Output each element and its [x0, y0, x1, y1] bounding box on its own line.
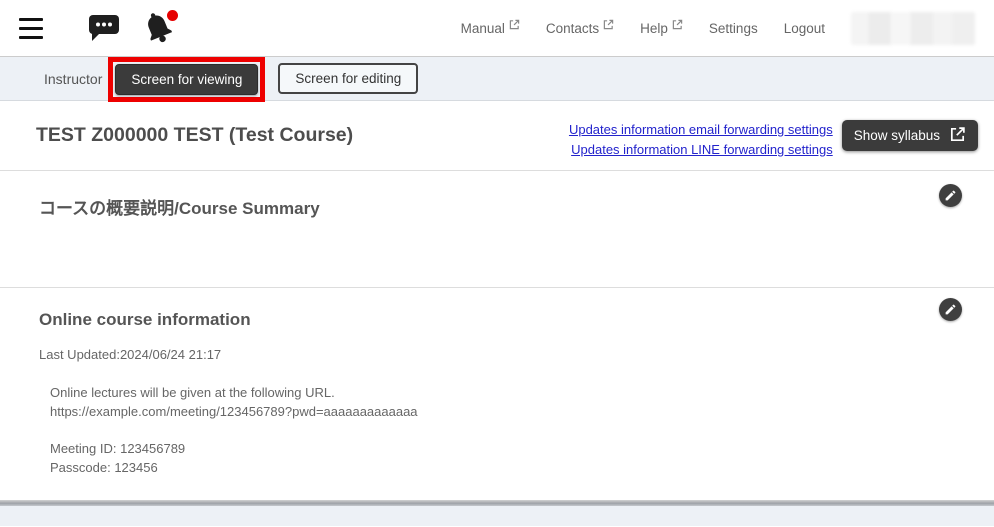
course-summary-heading: コースの概要説明/Course Summary — [39, 194, 994, 219]
main-content: TEST Z000000 TEST (Test Course) Updates … — [0, 101, 994, 500]
red-highlight-box: Screen for viewing — [108, 57, 265, 102]
edit-course-summary-button[interactable] — [939, 184, 962, 207]
notification-dot — [167, 10, 178, 21]
nav-help[interactable]: Help — [640, 21, 683, 36]
nav-contacts-label: Contacts — [546, 21, 599, 36]
nav-manual-label: Manual — [461, 21, 505, 36]
open-in-new-icon — [949, 126, 966, 146]
show-syllabus-button[interactable]: Show syllabus — [842, 120, 978, 151]
screen-for-viewing-tab[interactable]: Screen for viewing — [115, 64, 258, 95]
top-nav: Manual Contacts Help Settings Logout — [461, 0, 975, 56]
passcode: Passcode: 123456 — [50, 459, 994, 478]
notification-bell-icon[interactable] — [143, 8, 177, 49]
role-label: Instructor — [44, 71, 102, 87]
chat-icon[interactable] — [87, 14, 121, 47]
meeting-url: https://example.com/meeting/123456789?pw… — [50, 403, 994, 422]
forwarding-links: Updates information email forwarding set… — [569, 120, 833, 157]
footer-strip — [0, 506, 994, 526]
meeting-id: Meeting ID: 123456789 — [50, 440, 994, 459]
show-syllabus-label: Show syllabus — [854, 128, 940, 143]
external-link-icon — [603, 18, 614, 33]
top-header: Manual Contacts Help Settings Logout — [0, 0, 994, 57]
body-line-blank — [50, 421, 994, 440]
nav-help-label: Help — [640, 21, 668, 36]
email-forwarding-settings-link[interactable]: Updates information email forwarding set… — [569, 122, 833, 137]
online-course-info-section: Online course information Last Updated:2… — [0, 288, 994, 499]
course-title-row: TEST Z000000 TEST (Test Course) Updates … — [0, 101, 994, 171]
title-right-tools: Updates information email forwarding set… — [569, 120, 978, 157]
nav-settings-label: Settings — [709, 21, 758, 36]
online-course-body: Online lectures will be given at the fol… — [50, 384, 994, 477]
online-course-info-heading: Online course information — [39, 310, 994, 330]
redacted-username — [851, 12, 975, 45]
last-updated-text: Last Updated:2024/06/24 21:17 — [39, 347, 994, 362]
external-link-icon — [509, 18, 520, 33]
nav-logout-label: Logout — [784, 21, 825, 36]
nav-manual[interactable]: Manual — [461, 21, 520, 36]
nav-settings[interactable]: Settings — [709, 21, 758, 36]
hamburger-menu-icon[interactable] — [19, 18, 43, 39]
line-forwarding-settings-link[interactable]: Updates information LINE forwarding sett… — [571, 142, 833, 157]
body-line: Online lectures will be given at the fol… — [50, 384, 994, 403]
course-summary-section: コースの概要説明/Course Summary — [0, 171, 994, 288]
course-title: TEST Z000000 TEST (Test Course) — [36, 120, 353, 147]
external-link-icon — [672, 18, 683, 33]
nav-contacts[interactable]: Contacts — [546, 21, 614, 36]
screen-for-editing-tab[interactable]: Screen for editing — [278, 63, 418, 94]
edit-online-course-info-button[interactable] — [939, 298, 962, 321]
nav-logout[interactable]: Logout — [784, 21, 825, 36]
role-tab-bar: Instructor Screen for viewing Screen for… — [0, 57, 994, 101]
